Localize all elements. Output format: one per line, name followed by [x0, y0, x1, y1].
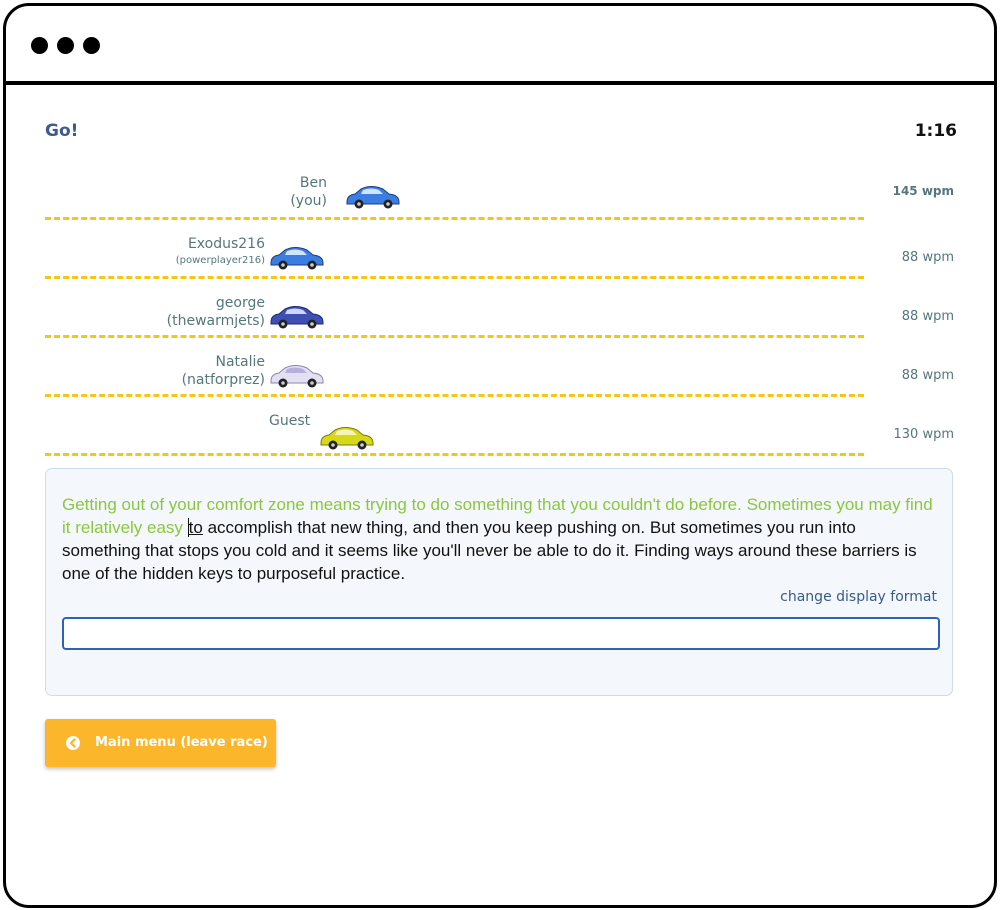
car-icon: [320, 427, 374, 450]
racer-username: (natforprez): [181, 372, 265, 388]
racer: Natalie (natforprez): [155, 343, 325, 389]
race-lane: Exodus216 (powerplayer216) 88 wpm: [45, 220, 954, 279]
typing-panel: Getting out of your comfort zone means t…: [45, 468, 953, 696]
race-page: Go! 1:16 Ben (you) 145 wpm Exodus216 (po…: [6, 85, 994, 905]
racer-name: Exodus216: [187, 236, 265, 252]
race-lane: Natalie (natforprez) 88 wpm: [45, 338, 954, 397]
typing-input[interactable]: [62, 617, 940, 650]
browser-window: Go! 1:16 Ben (you) 145 wpm Exodus216 (po…: [3, 3, 997, 908]
racer-wpm: 88 wpm: [901, 250, 954, 265]
main-menu-label: Main menu (leave race): [95, 735, 268, 750]
racer: Ben (you): [261, 166, 401, 212]
window-dot-icon: [83, 37, 100, 54]
car-icon: [346, 186, 400, 209]
change-display-format-link[interactable]: change display format: [780, 589, 937, 605]
racer-username: (powerplayer216): [175, 255, 265, 266]
race-status: Go!: [45, 121, 79, 141]
racer-wpm: 88 wpm: [901, 368, 954, 383]
race-passage: Getting out of your comfort zone means t…: [62, 493, 938, 585]
race-lane: Ben (you) 145 wpm: [45, 161, 954, 220]
racer-wpm: 145 wpm: [892, 184, 954, 198]
window-dot-icon: [31, 37, 48, 54]
main-menu-button[interactable]: Main menu (leave race): [45, 719, 276, 767]
current-word: to: [187, 518, 203, 537]
car-icon: [270, 247, 324, 270]
racer-name: Guest: [269, 413, 311, 429]
race-timer: 1:16: [914, 121, 957, 141]
racer-name: Ben: [299, 175, 327, 191]
car-icon: [270, 365, 324, 388]
racer-name-block: Guest: [269, 412, 310, 430]
racer-name-block: george (thewarmjets): [167, 294, 265, 330]
car-icon: [270, 306, 324, 329]
racer-name-block: Exodus216 (powerplayer216): [176, 235, 265, 269]
race-lane: Guest 130 wpm: [45, 397, 954, 456]
racer-name-block: Natalie (natforprez): [182, 353, 265, 389]
racer-wpm: 88 wpm: [901, 309, 954, 324]
racer-name: george: [215, 295, 265, 311]
racer: Guest: [245, 402, 375, 450]
race-lane: george (thewarmjets) 88 wpm: [45, 279, 954, 338]
racer: Exodus216 (powerplayer216): [155, 225, 325, 271]
chevron-left-circle-icon: [66, 736, 80, 750]
lane-divider: [45, 453, 864, 456]
racer-name: Natalie: [215, 354, 265, 370]
racer-name-block: Ben (you): [290, 174, 327, 210]
racer: george (thewarmjets): [155, 284, 325, 330]
window-dot-icon: [57, 37, 74, 54]
window-titlebar: [6, 6, 994, 85]
racer-username: (you): [290, 193, 327, 209]
racer-username: (thewarmjets): [166, 313, 265, 329]
racer-wpm: 130 wpm: [893, 427, 955, 442]
